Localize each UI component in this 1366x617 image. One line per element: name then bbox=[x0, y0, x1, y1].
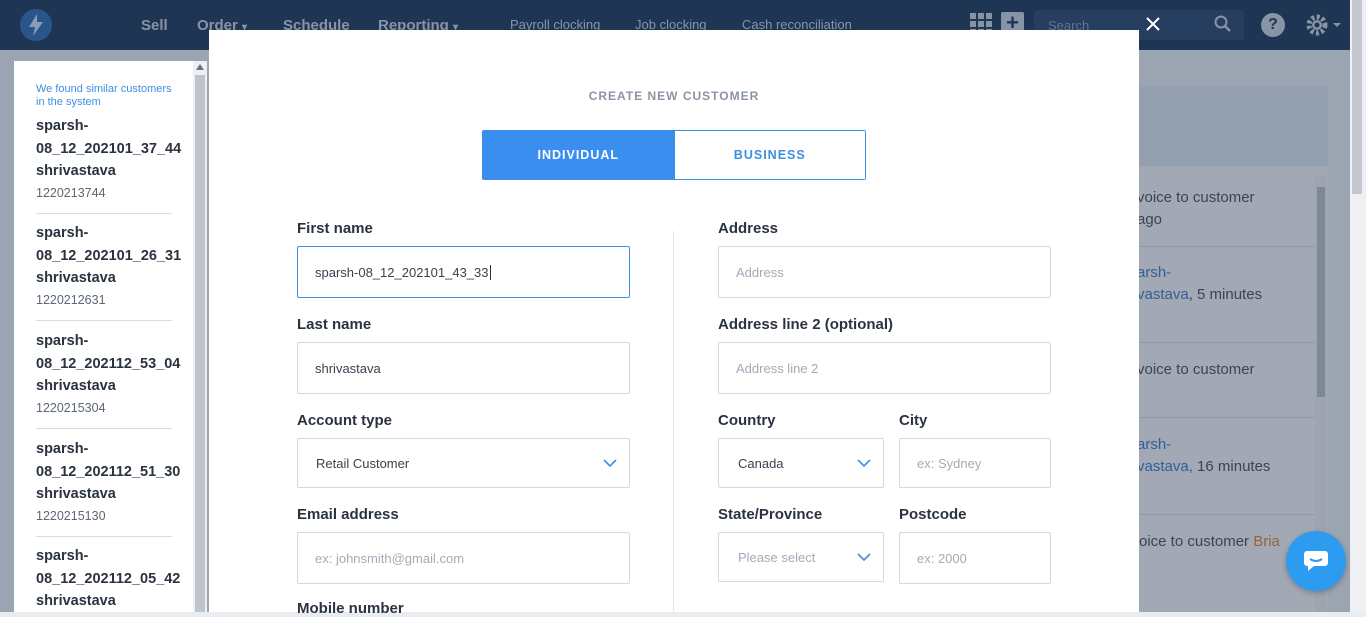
chat-button[interactable] bbox=[1286, 531, 1346, 591]
customer-name: 08_12_202101_26_31 bbox=[36, 247, 182, 264]
customer-surname: shrivastava bbox=[36, 378, 116, 394]
scrollbar-thumb[interactable] bbox=[195, 75, 205, 612]
similar-customer-item[interactable]: sparsh- 08_12_202112_51_30 shrivastava 1… bbox=[36, 438, 186, 537]
first-name-field[interactable]: sparsh-08_12_202101_43_33 bbox=[297, 246, 630, 298]
similar-customers-scrollbar[interactable] bbox=[193, 61, 207, 612]
email-field[interactable]: ex: johnsmith@gmail.com bbox=[297, 532, 630, 584]
last-name-label: Last name bbox=[297, 316, 372, 333]
customer-surname: shrivastava bbox=[36, 163, 116, 179]
country-select[interactable]: Canada bbox=[718, 438, 884, 488]
city-label: City bbox=[899, 412, 928, 429]
last-name-field[interactable]: shrivastava bbox=[297, 342, 630, 394]
customer-name: 08_12_202101_37_44 bbox=[36, 140, 182, 157]
column-divider bbox=[673, 231, 674, 612]
chevron-down-icon bbox=[857, 553, 871, 562]
address2-placeholder: Address line 2 bbox=[736, 360, 819, 376]
state-select[interactable]: Please select bbox=[718, 532, 884, 582]
customer-code: 1220212631 bbox=[36, 292, 106, 307]
chat-icon bbox=[1304, 551, 1328, 571]
country-value: Canada bbox=[738, 455, 784, 471]
tab-individual[interactable]: INDIVIDUAL bbox=[483, 131, 674, 179]
city-placeholder: ex: Sydney bbox=[917, 455, 982, 471]
postcode-field[interactable]: ex: 2000 bbox=[899, 532, 1051, 584]
customer-type-toggle: INDIVIDUAL BUSINESS bbox=[482, 130, 866, 180]
similar-customer-item[interactable]: sparsh- 08_12_202101_37_44 shrivastava 1… bbox=[36, 115, 186, 214]
similar-customer-item[interactable]: sparsh- 08_12_202101_26_31 shrivastava 1… bbox=[36, 222, 186, 321]
chevron-down-icon bbox=[603, 459, 617, 468]
country-label: Country bbox=[718, 412, 776, 429]
text-caret bbox=[489, 264, 491, 280]
create-customer-modal: CREATE NEW CUSTOMER INDIVIDUAL BUSINESS … bbox=[209, 30, 1139, 617]
state-placeholder: Please select bbox=[738, 549, 816, 565]
address2-label: Address line 2 (optional) bbox=[718, 316, 894, 333]
divider bbox=[36, 535, 172, 537]
account-type-value: Retail Customer bbox=[316, 455, 410, 471]
last-name-value: shrivastava bbox=[315, 360, 381, 376]
close-icon[interactable] bbox=[1145, 16, 1161, 32]
chevron-down-icon bbox=[857, 459, 871, 468]
state-label: State/Province bbox=[718, 506, 823, 523]
account-type-label: Account type bbox=[297, 412, 393, 429]
tab-business[interactable]: BUSINESS bbox=[673, 131, 865, 179]
customer-code: 1220213744 bbox=[36, 185, 106, 200]
divider bbox=[36, 212, 172, 214]
customer-name: sparsh- bbox=[36, 333, 89, 349]
address2-field[interactable]: Address line 2 bbox=[718, 342, 1051, 394]
account-type-select[interactable]: Retail Customer bbox=[297, 438, 630, 488]
customer-surname: shrivastava bbox=[36, 486, 116, 502]
similar-customers-panel: We found similar customers in the system… bbox=[14, 61, 207, 612]
first-name-label: First name bbox=[297, 220, 373, 237]
divider bbox=[36, 427, 172, 429]
email-label: Email address bbox=[297, 506, 399, 523]
customer-code: 1220215304 bbox=[36, 400, 106, 415]
customer-code: 1220215130 bbox=[36, 508, 106, 523]
scroll-up-icon[interactable] bbox=[196, 64, 204, 70]
customer-surname: shrivastava bbox=[36, 270, 116, 286]
modal-title: CREATE NEW CUSTOMER bbox=[588, 89, 760, 103]
customer-name: 08_12_202112_05_42 bbox=[36, 570, 181, 587]
page-scrollbar[interactable] bbox=[1350, 0, 1366, 612]
address-field[interactable]: Address bbox=[718, 246, 1051, 298]
divider bbox=[36, 319, 172, 321]
city-field[interactable]: ex: Sydney bbox=[899, 438, 1051, 488]
similar-customer-item[interactable]: sparsh- 08_12_202112_05_42 shrivastava bbox=[36, 545, 186, 612]
customer-surname: shrivastava bbox=[36, 593, 116, 609]
customer-name: 08_12_202112_53_04 bbox=[36, 355, 181, 372]
postcode-placeholder: ex: 2000 bbox=[917, 550, 967, 566]
mobile-label: Mobile number bbox=[297, 600, 404, 617]
customer-name: sparsh- bbox=[36, 225, 89, 241]
first-name-value: sparsh-08_12_202101_43_33 bbox=[315, 264, 489, 280]
customer-name: sparsh- bbox=[36, 441, 89, 457]
customer-name: 08_12_202112_51_30 bbox=[36, 463, 181, 480]
address-label: Address bbox=[718, 220, 779, 237]
similar-customers-note: We found similar customers in the system bbox=[36, 83, 172, 108]
similar-customer-item[interactable]: sparsh- 08_12_202112_53_04 shrivastava 1… bbox=[36, 330, 186, 429]
customer-name: sparsh- bbox=[36, 118, 89, 134]
postcode-label: Postcode bbox=[899, 506, 967, 523]
customer-name: sparsh- bbox=[36, 548, 89, 564]
email-placeholder: ex: johnsmith@gmail.com bbox=[315, 550, 465, 566]
scrollbar-thumb[interactable] bbox=[1352, 0, 1362, 194]
address-placeholder: Address bbox=[736, 264, 784, 280]
